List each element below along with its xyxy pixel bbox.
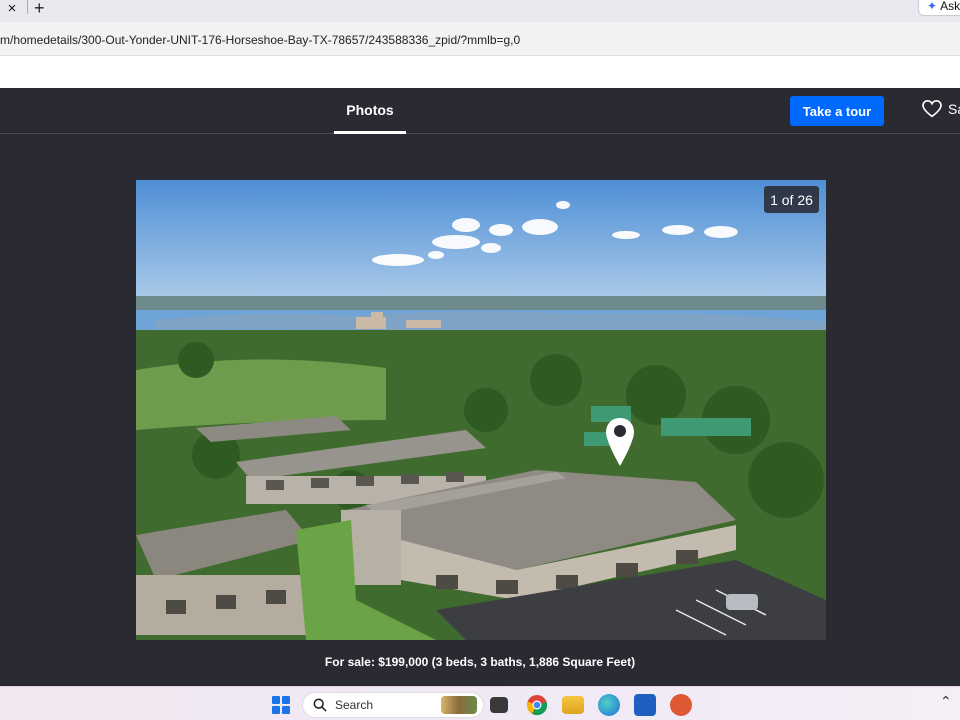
search-icon	[313, 698, 327, 712]
windows-start-icon[interactable]	[272, 696, 290, 714]
page-header-strip	[0, 56, 960, 88]
tab-strip: × + ✦ Ask	[0, 0, 960, 22]
aerial-photo-illustration	[136, 180, 826, 640]
new-tab-button[interactable]: +	[34, 0, 45, 19]
listing-caption: For sale: $199,000 (3 beds, 3 baths, 1,8…	[324, 655, 636, 669]
chrome-icon[interactable]	[526, 694, 548, 716]
store-icon[interactable]	[634, 694, 656, 716]
save-label: Sa	[948, 101, 960, 117]
close-tab-icon[interactable]: ×	[0, 0, 24, 17]
task-view-icon[interactable]	[490, 697, 508, 713]
taskbar-search[interactable]: Search	[302, 692, 484, 718]
heart-icon	[922, 100, 942, 118]
photo-counter-badge: 1 of 26	[764, 186, 819, 213]
tab-separator	[27, 0, 28, 14]
taskbar: Search ⌃	[0, 686, 960, 720]
file-explorer-icon[interactable]	[562, 696, 584, 714]
address-bar: m/homedetails/300-Out-Yonder-UNIT-176-Ho…	[0, 22, 960, 56]
search-highlight-image	[441, 696, 477, 714]
sparkle-icon: ✦	[927, 0, 938, 13]
take-a-tour-button[interactable]: Take a tour	[790, 96, 884, 126]
chevron-up-icon[interactable]: ⌃	[940, 693, 952, 710]
search-placeholder: Search	[335, 698, 374, 712]
duckduckgo-icon[interactable]	[670, 694, 692, 716]
edge-icon[interactable]	[598, 694, 620, 716]
tab-photos[interactable]: Photos	[334, 88, 406, 134]
gallery-nav: Photos Take a tour Sa	[0, 88, 960, 134]
save-button[interactable]: Sa	[922, 100, 960, 118]
url-field[interactable]: m/homedetails/300-Out-Yonder-UNIT-176-Ho…	[0, 33, 520, 47]
listing-photo[interactable]	[136, 180, 826, 640]
ask-button[interactable]: ✦ Ask	[918, 0, 960, 16]
ask-label: Ask	[940, 0, 960, 13]
